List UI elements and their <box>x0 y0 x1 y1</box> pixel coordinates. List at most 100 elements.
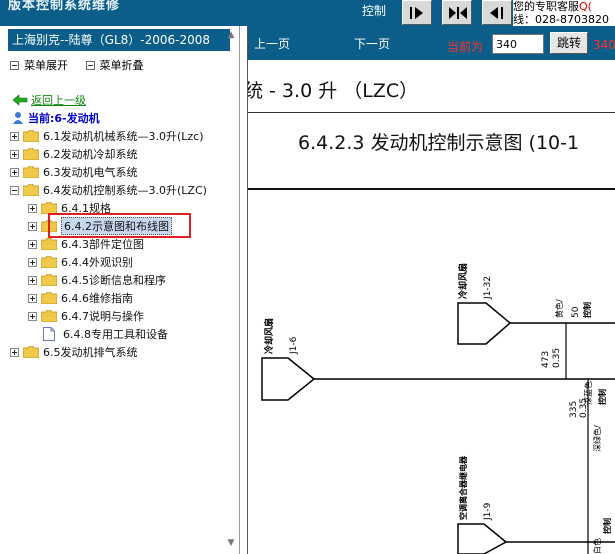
play-forward-button[interactable] <box>402 0 432 25</box>
back-link[interactable]: 返回上一级 <box>12 92 86 108</box>
tree-item-label: 6.4.4外观识别 <box>61 256 133 269</box>
service-phone: 线：028-8703820 <box>513 13 609 26</box>
menu-collapse-label: 菜单折叠 <box>99 59 144 72</box>
connector-pin: J1-32 <box>483 276 493 300</box>
expand-toggle-icon[interactable] <box>28 275 37 285</box>
expand-toggle-icon[interactable] <box>10 149 19 159</box>
service-text: 您的专职客服 <box>513 0 579 13</box>
connector-shape <box>261 357 316 401</box>
person-icon <box>13 112 23 124</box>
step-back-button[interactable] <box>482 0 512 25</box>
tree-item-6-4-4[interactable]: 6.4.4外观识别 <box>28 253 133 271</box>
tree-item-label: 6.4发动机控制系统—3.0升(LZC) <box>43 184 207 197</box>
current-page-label: 当前为 <box>447 40 484 54</box>
wire-color: 黄色/ <box>554 299 564 318</box>
tree-item-6-3[interactable]: 6.3发动机电气系统 <box>10 163 138 181</box>
wire-label: 控制 <box>597 389 607 405</box>
page-number-input[interactable] <box>492 34 544 54</box>
folder-icon <box>41 310 57 322</box>
tree-item-6-4-2[interactable]: 6.4.2示意图和布线图 <box>28 217 172 235</box>
customer-service-info: 您的专职客服Q( 线：028-8703820 <box>513 0 615 26</box>
tree-item-label: 6.4.6维修指南 <box>61 292 133 305</box>
menu-expand-label: 菜单展开 <box>24 59 68 72</box>
expand-toggle-icon[interactable] <box>28 257 37 267</box>
header-divider <box>248 112 615 113</box>
tree-item-6-5[interactable]: 6.5发动机排气系统 <box>10 343 138 361</box>
wire-number: 50 <box>571 306 581 318</box>
top-toolbar: 版本控制系统维修 控制 您的专职客服Q( 线：028-8703820 <box>0 0 615 26</box>
tree-item-6-4-7[interactable]: 6.4.7说明与操作 <box>28 307 144 325</box>
folder-icon <box>41 292 57 304</box>
expand-toggle-icon[interactable] <box>28 221 37 231</box>
tree-item-6-4-5[interactable]: 6.4.5诊断信息和程序 <box>28 271 166 289</box>
tree-item-label: 6.2发动机冷却系统 <box>43 148 138 161</box>
page-nav-bar: 上一页 下一页 当前为 跳转 340 <box>248 26 615 60</box>
expand-icon <box>10 60 19 70</box>
wire-color: 白色 <box>592 538 602 554</box>
tree-item-label: 6.5发动机排气系统 <box>43 346 138 359</box>
connector-label: 冷却风扇 <box>263 318 275 354</box>
wire-label: 控制 <box>582 302 592 318</box>
back-arrow-icon <box>12 94 28 106</box>
folder-icon <box>23 346 39 358</box>
current-location: 当前:6-发动机 <box>12 110 100 126</box>
folder-icon <box>41 238 57 250</box>
tree-item-6-4-3[interactable]: 6.4.3部件定位图 <box>28 235 144 253</box>
connector-pin: J1-9 <box>483 502 493 521</box>
expand-toggle-icon[interactable] <box>28 239 37 249</box>
tree-item-6-4-6[interactable]: 6.4.6维修指南 <box>28 289 133 307</box>
document-section-header: 统 - 3.0 升 （LZC） <box>247 80 419 102</box>
scroll-down-arrow-icon[interactable]: ▼ <box>224 538 238 550</box>
expand-toggle-icon[interactable] <box>28 293 37 303</box>
tree-item-6-2[interactable]: 6.2发动机冷却系统 <box>10 145 138 163</box>
folder-icon <box>41 202 57 214</box>
split-view-button[interactable] <box>442 0 472 25</box>
wire-number: 335 <box>569 401 579 418</box>
tree-item-6-4[interactable]: 6.4发动机控制系统—3.0升(LZC) <box>10 181 207 199</box>
back-link-label: 返回上一级 <box>31 94 86 107</box>
connector-pin: J1-6 <box>289 336 299 355</box>
folder-icon <box>41 220 57 232</box>
folder-icon <box>23 130 39 142</box>
tree-item-label: 6.4.8专用工具和设备 <box>63 328 168 341</box>
document-viewer: 上一页 下一页 当前为 跳转 340 统 - 3.0 升 （LZC） 6.4.2… <box>247 26 615 554</box>
tree-item-6-4-1[interactable]: 6.4.1规格 <box>28 199 111 217</box>
prev-page-button[interactable]: 上一页 <box>254 35 290 52</box>
document-icon <box>43 327 55 341</box>
connector-label: 空调离合器继电器 <box>458 455 468 520</box>
tree-item-label: 6.4.5诊断信息和程序 <box>61 274 166 287</box>
tree-item-6-4-8[interactable]: 6.4.8专用工具和设备 <box>41 325 168 343</box>
tree-item-label: 6.3发动机电气系统 <box>43 166 138 179</box>
engine-control-schematic: 冷却风扇 J1-6 冷却风扇 J1-32 473 0.35 50 黄色/ 控制 … <box>261 263 615 554</box>
connector-label: 冷却风扇 <box>457 263 469 299</box>
menu-collapse-button[interactable]: 菜单折叠 <box>85 57 144 73</box>
wire-label: 控制 <box>602 518 612 534</box>
menu-toolbar: 菜单展开 菜单折叠 <box>10 57 158 73</box>
service-qq: Q( <box>579 0 592 13</box>
tree-item-6-1[interactable]: 6.1发动机机械系统—3.0升(Lzc) <box>10 127 204 145</box>
expand-toggle-icon[interactable] <box>10 131 19 141</box>
expand-toggle-icon[interactable] <box>10 167 19 177</box>
folder-icon <box>41 256 57 268</box>
step-forward-icon <box>410 7 423 19</box>
tree-item-label: 6.4.1规格 <box>61 202 111 215</box>
menu-expand-button[interactable]: 菜单展开 <box>10 57 68 73</box>
connector-shape <box>457 302 512 345</box>
tree-item-label: 6.4.3部件定位图 <box>61 238 144 251</box>
scroll-up-arrow-icon[interactable]: ▲ <box>224 30 238 42</box>
expand-toggle-icon[interactable] <box>10 347 19 357</box>
document-page: 统 - 3.0 升 （LZC） 6.4.2.3 发动机控制示意图 (10-1 冷… <box>248 60 615 554</box>
control-label: 控制 <box>362 4 387 18</box>
expand-toggle-icon[interactable] <box>28 203 37 213</box>
expand-toggle-icon[interactable] <box>28 311 37 321</box>
collapse-toggle-icon[interactable] <box>10 185 19 195</box>
connector-shape <box>457 523 508 554</box>
step-back-icon <box>490 7 503 19</box>
total-pages: 340 <box>593 38 615 52</box>
folder-icon <box>23 148 39 160</box>
tree-item-label: 6.1发动机机械系统—3.0升(Lzc) <box>43 130 204 143</box>
folder-open-icon <box>23 184 39 196</box>
next-page-button[interactable]: 下一页 <box>354 35 390 52</box>
go-button[interactable]: 跳转 <box>550 32 588 54</box>
sidebar-title: 上海别克--陆尊（GL8）-2006-2008 <box>8 29 230 51</box>
